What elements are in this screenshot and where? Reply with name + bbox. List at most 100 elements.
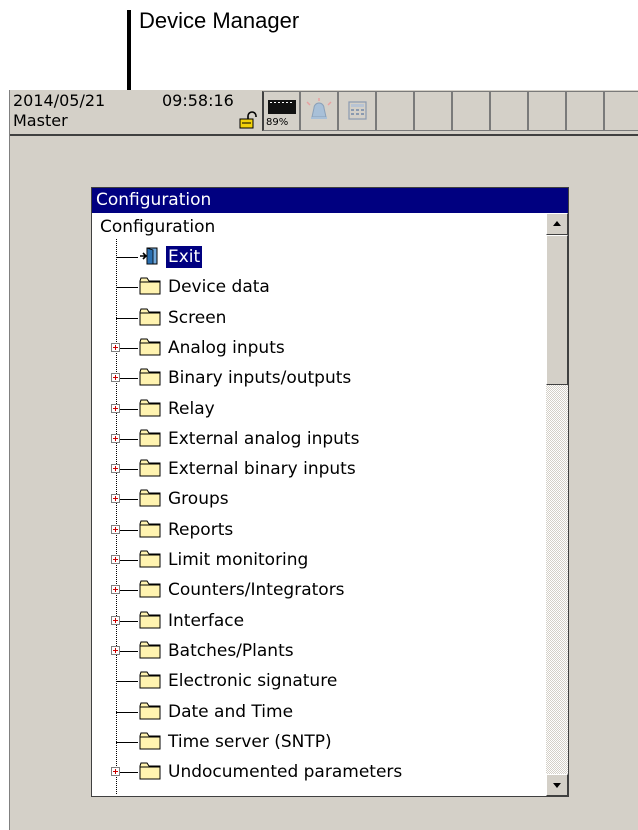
folder-icon xyxy=(139,641,161,659)
tree-branch-line xyxy=(116,257,138,258)
expand-plus-icon[interactable] xyxy=(111,403,120,413)
tree-item[interactable]: Electronic signature xyxy=(92,667,542,697)
folder-icon xyxy=(139,611,161,629)
tree-item-label: Groups xyxy=(168,489,229,510)
tree-item-label: Binary inputs/outputs xyxy=(168,368,352,389)
configuration-window: Configuration Configuration Exit Device d… xyxy=(91,187,569,797)
configuration-tree: Configuration Exit Device data Screen Analo… xyxy=(92,213,546,796)
arrow-up-icon xyxy=(553,221,561,226)
tree-item[interactable]: Time server (SNTP) xyxy=(92,728,542,758)
empty-slot xyxy=(376,91,414,131)
tree-item-label: Electronic signature xyxy=(168,671,338,692)
folder-icon xyxy=(139,368,161,386)
device-screen: 2014/05/21 09:58:16 Master 89% Configura… xyxy=(9,90,638,830)
tree-item-label: Limit monitoring xyxy=(168,550,309,570)
memory-slot[interactable]: 89% xyxy=(262,91,300,131)
memory-percent: 89% xyxy=(266,117,289,128)
alarm-slot[interactable] xyxy=(300,91,338,131)
tree-item[interactable]: Exit xyxy=(92,243,542,273)
callout-label: Device Manager xyxy=(139,8,300,33)
tree-item-label: Undocumented parameters xyxy=(168,762,403,783)
calculator-icon xyxy=(348,101,367,120)
tree-root-label[interactable]: Configuration xyxy=(100,215,215,239)
tree-item-label: Time server (SNTP) xyxy=(168,731,332,752)
lock-open-icon xyxy=(239,111,257,129)
tree-branch-line xyxy=(116,741,138,743)
folder-icon xyxy=(139,308,161,326)
folder-icon xyxy=(139,732,161,750)
tree-item[interactable]: Device data xyxy=(92,273,542,303)
tree-branch-line xyxy=(116,711,138,713)
folder-icon xyxy=(139,762,161,780)
empty-slot xyxy=(566,91,604,131)
tree-item-label: Counters/Integrators xyxy=(168,580,345,601)
tree-item-label: External analog inputs xyxy=(168,428,360,449)
empty-slot xyxy=(604,91,638,131)
tree-item[interactable]: Relay xyxy=(92,395,542,425)
tree-item-label: Date and Time xyxy=(168,701,294,722)
tree-item[interactable]: Counters/Integrators xyxy=(92,576,542,606)
expand-plus-icon[interactable] xyxy=(111,464,120,474)
empty-slot xyxy=(528,91,566,131)
status-user: Master xyxy=(13,111,68,130)
folder-icon xyxy=(139,702,161,720)
folder-icon xyxy=(139,429,161,447)
tree-item[interactable]: Groups xyxy=(92,485,542,515)
folder-icon xyxy=(139,671,161,689)
expand-plus-icon[interactable] xyxy=(111,645,120,655)
folder-icon xyxy=(139,459,161,477)
empty-slot xyxy=(490,91,528,131)
status-bar: 2014/05/21 09:58:16 Master 89% xyxy=(10,90,638,136)
tree-item[interactable]: Limit monitoring xyxy=(92,546,542,576)
expand-plus-icon[interactable] xyxy=(111,555,120,564)
tree-item-label: Screen xyxy=(168,307,227,328)
folder-icon xyxy=(139,580,161,598)
expand-plus-icon[interactable] xyxy=(111,767,120,777)
expand-plus-icon[interactable] xyxy=(111,373,120,383)
calculator-slot[interactable] xyxy=(338,91,376,131)
callout-line xyxy=(127,10,131,92)
tree-item[interactable]: Screen xyxy=(92,304,542,334)
status-date: 2014/05/21 xyxy=(13,91,106,110)
alarm-bell-icon xyxy=(306,98,332,119)
tree-item[interactable]: External analog inputs xyxy=(92,425,542,455)
expand-plus-icon[interactable] xyxy=(111,342,120,352)
tree-item[interactable]: Binary inputs/outputs xyxy=(92,364,542,394)
tree-branch-line xyxy=(116,317,138,319)
tree-item[interactable]: External binary inputs xyxy=(92,455,542,485)
tree-item[interactable]: Date and Time xyxy=(92,698,542,728)
expand-plus-icon[interactable] xyxy=(111,615,120,625)
folder-icon xyxy=(139,399,161,417)
folder-icon xyxy=(139,338,161,356)
expand-plus-icon[interactable] xyxy=(111,433,120,443)
status-time: 09:58:16 xyxy=(162,91,234,110)
tree-item-label: Reports xyxy=(168,519,234,540)
folder-icon xyxy=(139,520,161,538)
tree-item-label: Relay xyxy=(168,398,215,419)
vertical-scrollbar[interactable] xyxy=(546,213,568,796)
tree-item[interactable]: Analog inputs xyxy=(92,334,542,364)
folder-icon xyxy=(139,489,161,507)
expand-plus-icon[interactable] xyxy=(111,524,120,534)
tree-item[interactable]: Interface xyxy=(92,607,542,637)
empty-slot xyxy=(414,91,452,131)
expand-plus-icon[interactable] xyxy=(111,585,120,595)
tree-item[interactable]: Reports xyxy=(92,516,542,546)
scroll-down-button[interactable] xyxy=(546,774,568,796)
tree-branch-line xyxy=(116,287,138,289)
memory-icon xyxy=(268,100,296,114)
window-title: Configuration xyxy=(92,188,568,213)
tree-item-label: External binary inputs xyxy=(168,459,356,480)
tree-item[interactable]: Undocumented parameters xyxy=(92,758,542,788)
empty-slot xyxy=(452,91,490,131)
expand-plus-icon[interactable] xyxy=(111,494,120,504)
tree-branch-line xyxy=(116,681,138,683)
tree-item-label: Device data xyxy=(168,277,270,298)
scroll-thumb[interactable] xyxy=(546,235,568,385)
scroll-up-button[interactable] xyxy=(546,213,568,235)
tree-item[interactable]: Batches/Plants xyxy=(92,637,542,667)
folder-icon xyxy=(139,550,161,568)
exit-door-icon xyxy=(139,247,161,265)
arrow-down-icon xyxy=(553,783,561,788)
tree-item-label: Analog inputs xyxy=(168,337,285,358)
